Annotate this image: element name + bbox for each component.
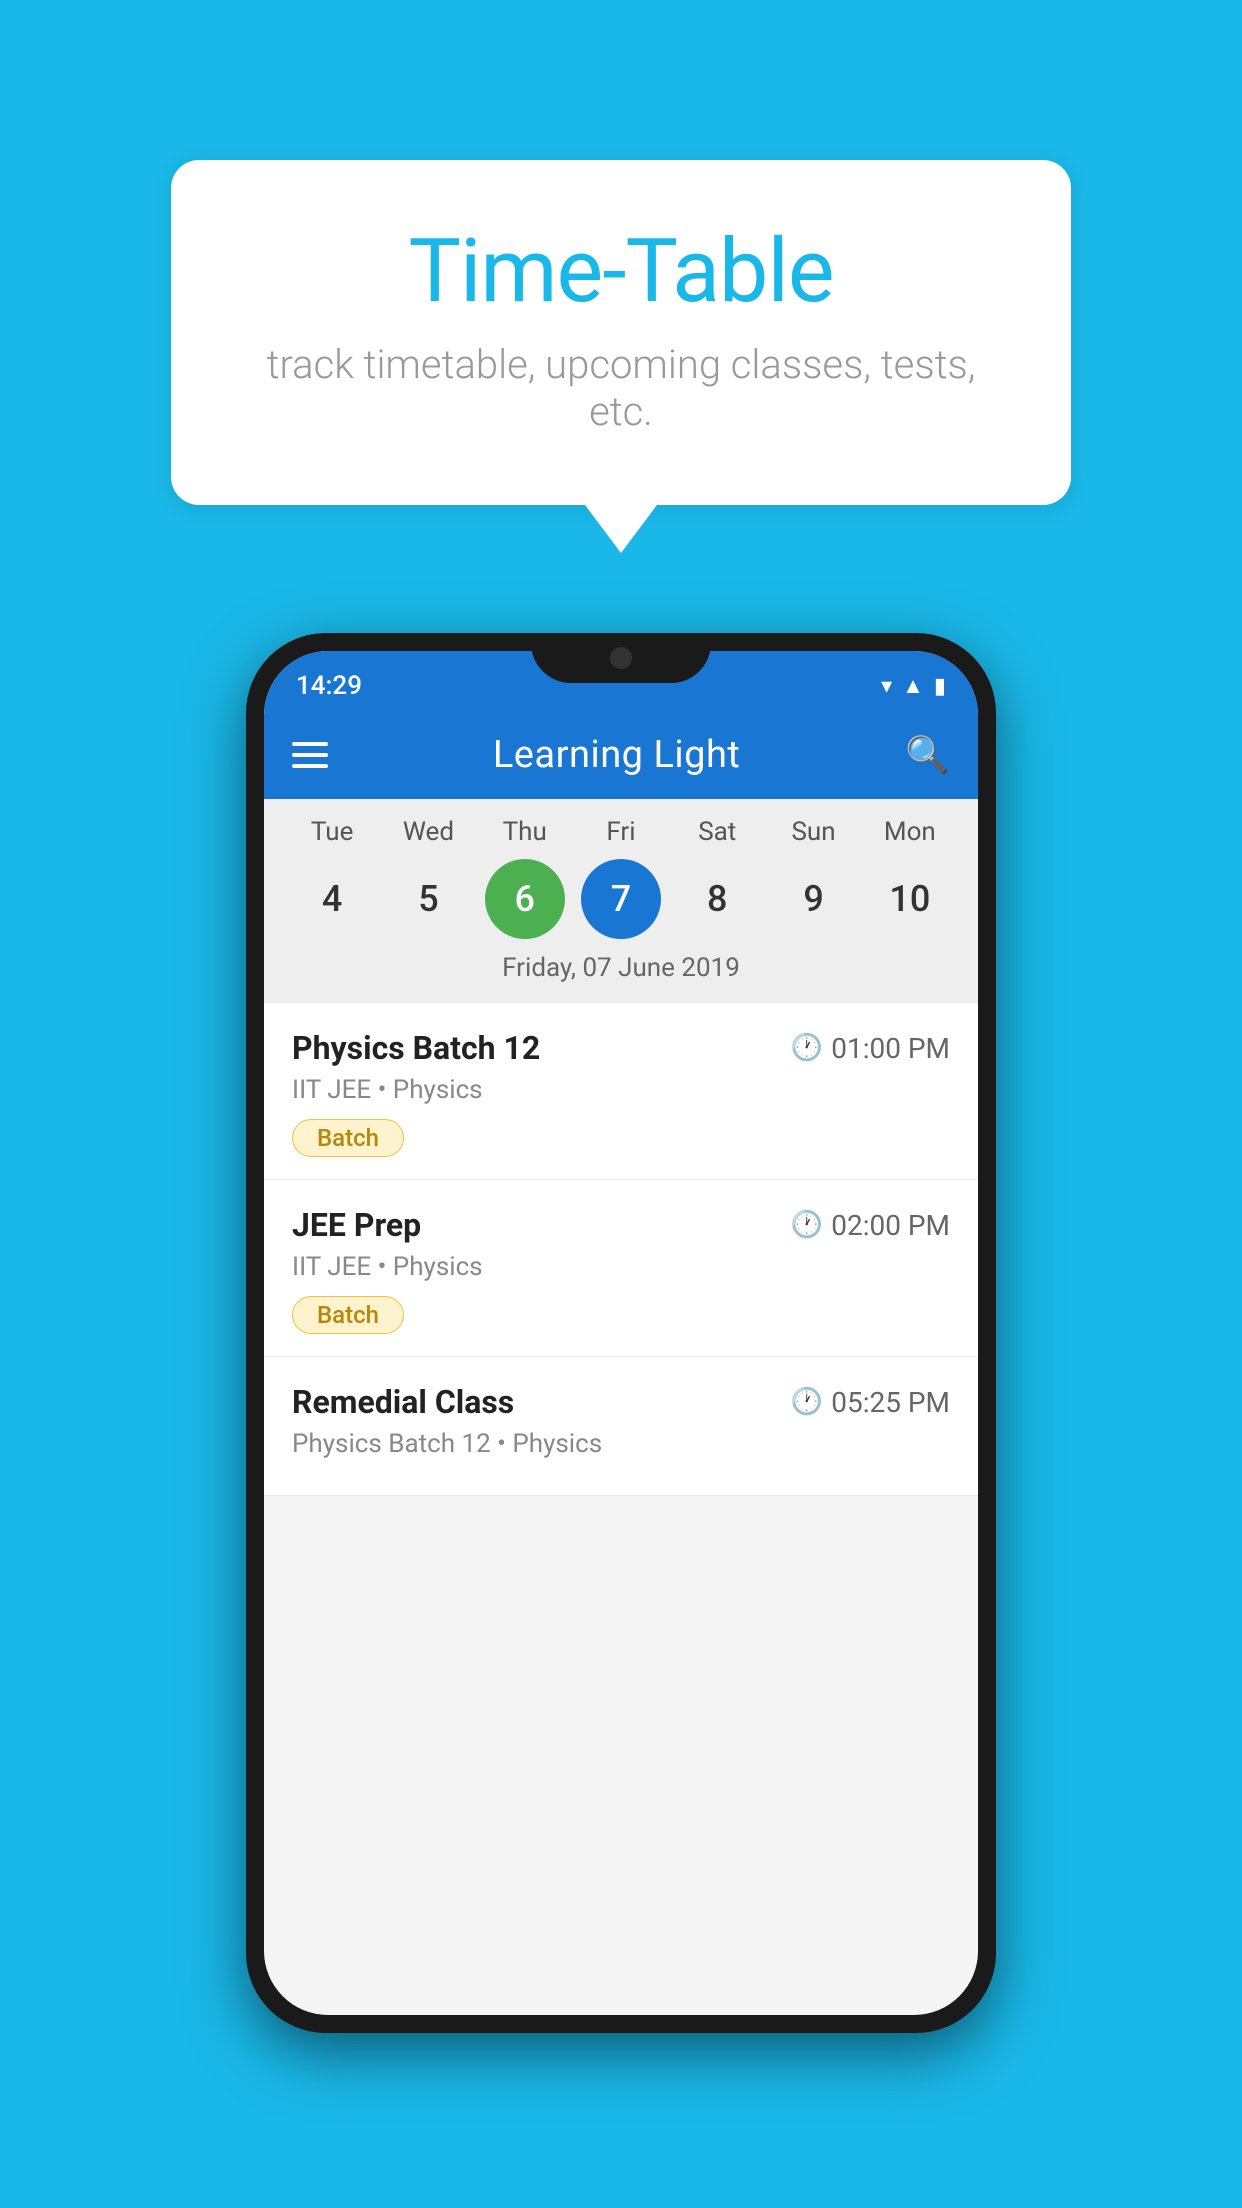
day-label-thu: Thu [485,817,565,847]
schedule-item-3[interactable]: Remedial Class 🕐 05:25 PM Physics Batch … [264,1357,978,1496]
batch-badge-1: Batch [292,1119,404,1157]
signal-icon: ▲ [902,673,924,699]
schedule-item-1-sub: IIT JEE • Physics [292,1075,950,1105]
schedule-item-3-header: Remedial Class 🕐 05:25 PM [292,1383,950,1421]
date-7-selected[interactable]: 7 [581,859,661,939]
schedule-item-2-time: 🕐 02:00 PM [791,1209,950,1242]
schedule-item-3-title: Remedial Class [292,1383,514,1421]
days-row: Tue Wed Thu Fri Sat Sun Mon [284,817,958,847]
search-icon[interactable]: 🔍 [905,734,950,776]
date-10[interactable]: 10 [870,859,950,939]
batch-badge-2: Batch [292,1296,404,1334]
clock-icon-1: 🕐 [791,1033,823,1063]
phone-mockup: 14:29 ▾ ▲ ▮ Learning Light 🔍 [246,633,996,2033]
schedule-item-3-sub: Physics Batch 12 • Physics [292,1429,950,1459]
date-6-today[interactable]: 6 [485,859,565,939]
schedule-item-1-time: 🕐 01:00 PM [791,1032,950,1065]
day-label-wed: Wed [388,817,468,847]
schedule-item-2-time-text: 02:00 PM [831,1209,950,1242]
status-icons: ▾ ▲ ▮ [881,673,946,699]
hamburger-menu-icon[interactable] [292,742,328,768]
wifi-icon: ▾ [881,674,892,699]
speech-bubble-arrow [585,505,657,553]
schedule-item-3-time: 🕐 05:25 PM [791,1386,950,1419]
clock-icon-2: 🕐 [791,1210,823,1240]
phone-outer: 14:29 ▾ ▲ ▮ Learning Light 🔍 [246,633,996,2033]
schedule-item-1-time-text: 01:00 PM [831,1032,950,1065]
schedule-item-2-header: JEE Prep 🕐 02:00 PM [292,1206,950,1244]
date-8[interactable]: 8 [677,859,757,939]
status-time: 14:29 [296,671,362,701]
clock-icon-3: 🕐 [791,1387,823,1417]
schedule-item-1-title: Physics Batch 12 [292,1029,540,1067]
selected-date-label: Friday, 07 June 2019 [284,953,958,983]
app-title: Learning Light [493,733,741,777]
day-label-sun: Sun [774,817,854,847]
schedule-item-2-title: JEE Prep [292,1206,421,1244]
schedule-item-1[interactable]: Physics Batch 12 🕐 01:00 PM IIT JEE • Ph… [264,1003,978,1180]
phone-notch [531,633,711,683]
battery-icon: ▮ [934,674,946,699]
schedule-container: Physics Batch 12 🕐 01:00 PM IIT JEE • Ph… [264,1003,978,2015]
day-label-sat: Sat [677,817,757,847]
schedule-item-2-sub: IIT JEE • Physics [292,1252,950,1282]
day-label-mon: Mon [870,817,950,847]
date-4[interactable]: 4 [292,859,372,939]
camera-dot [610,647,632,669]
speech-bubble-title: Time-Table [251,220,991,323]
speech-bubble-subtitle: track timetable, upcoming classes, tests… [251,341,991,435]
dates-row: 4 5 6 7 8 9 10 [284,859,958,939]
date-5[interactable]: 5 [388,859,468,939]
phone-screen: 14:29 ▾ ▲ ▮ Learning Light 🔍 [264,651,978,2015]
day-label-tue: Tue [292,817,372,847]
calendar-header: Tue Wed Thu Fri Sat Sun Mon 4 5 6 7 8 [264,799,978,1003]
schedule-item-2[interactable]: JEE Prep 🕐 02:00 PM IIT JEE • Physics Ba… [264,1180,978,1357]
schedule-item-3-time-text: 05:25 PM [831,1386,950,1419]
day-label-fri: Fri [581,817,661,847]
speech-bubble: Time-Table track timetable, upcoming cla… [171,160,1071,505]
app-bar: Learning Light 🔍 [264,711,978,799]
speech-bubble-container: Time-Table track timetable, upcoming cla… [171,160,1071,553]
schedule-item-1-header: Physics Batch 12 🕐 01:00 PM [292,1029,950,1067]
date-9[interactable]: 9 [774,859,854,939]
